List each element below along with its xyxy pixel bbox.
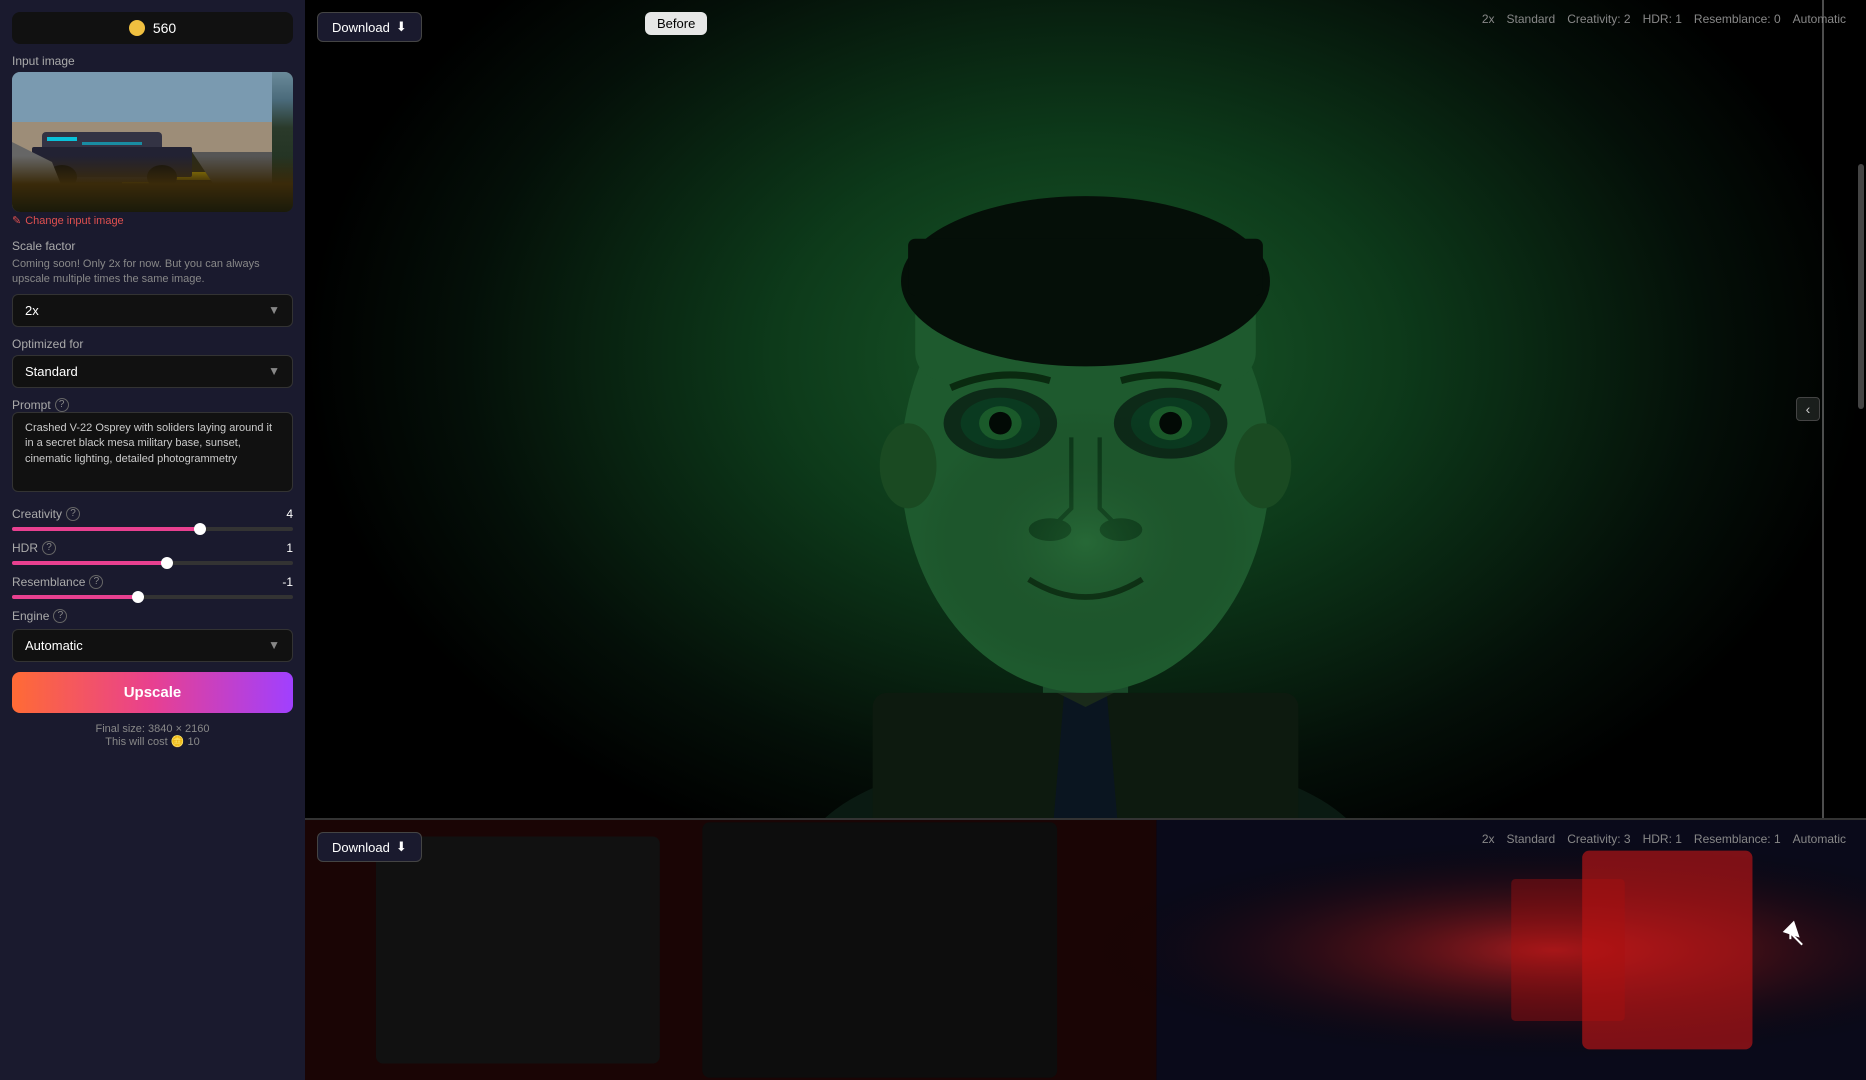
prompt-info-icon[interactable]: ? — [55, 398, 69, 412]
engine-label: Engine — [12, 609, 49, 623]
hdr-slider[interactable] — [12, 561, 293, 565]
input-image-section: Input image — [12, 54, 293, 229]
creativity-header: Creativity ? 4 — [12, 507, 293, 521]
top-image-info: 2x Standard Creativity: 2 HDR: 1 Resembl… — [1482, 12, 1846, 26]
left-panel: 560 Input image — [0, 0, 305, 1080]
creativity-label-row: Creativity ? — [12, 507, 80, 521]
input-image-label: Input image — [12, 54, 293, 68]
scale-factor-select[interactable]: 2x ▼ — [12, 294, 293, 327]
resemblance-label: Resemblance — [12, 575, 85, 589]
bottom-download-icon: ⬇ — [396, 839, 407, 855]
resemblance-fill — [12, 595, 138, 599]
bottom-image-info: 2x Standard Creativity: 3 HDR: 1 Resembl… — [1482, 832, 1846, 846]
resemblance-thumb — [132, 591, 144, 603]
engine-label-row: Engine ? — [12, 609, 293, 623]
resemblance-slider[interactable] — [12, 595, 293, 599]
bottom-image-bg: Download ⬇ 2x Standard Creativity: 3 HDR… — [305, 820, 1866, 1080]
engine-select[interactable]: Automatic ▼ — [12, 629, 293, 662]
bottom-info-engine: Automatic — [1793, 832, 1846, 846]
hdr-label-row: HDR ? — [12, 541, 56, 555]
hdr-info-icon[interactable]: ? — [42, 541, 56, 555]
optimized-for-value: Standard — [25, 364, 78, 379]
top-download-icon: ⬇ — [396, 19, 407, 35]
top-info-engine: Automatic — [1793, 12, 1846, 26]
hdr-header: HDR ? 1 — [12, 541, 293, 555]
bottom-info-hdr: HDR: 1 — [1643, 832, 1682, 846]
input-image-svg — [12, 72, 272, 212]
engine-chevron: ▼ — [268, 638, 280, 652]
bottom-image-svg — [305, 820, 1866, 1080]
engine-value: Automatic — [25, 638, 83, 653]
creativity-info-icon[interactable]: ? — [66, 507, 80, 521]
scale-factor-section: Scale factor Coming soon! Only 2x for no… — [12, 239, 293, 327]
cursor: ↖ — [1786, 924, 1806, 944]
optimized-for-section: Optimized for Standard ▼ — [12, 337, 293, 388]
optimized-for-chevron: ▼ — [268, 364, 280, 378]
bottom-info-resemblance: Resemblance: 1 — [1694, 832, 1781, 846]
resemblance-info-icon[interactable]: ? — [89, 575, 103, 589]
creativity-slider[interactable] — [12, 527, 293, 531]
hdr-value: 1 — [286, 541, 293, 555]
input-image-bg — [12, 72, 293, 212]
final-size-section: Final size: 3840 × 2160 This will cost 🪙… — [12, 723, 293, 748]
resemblance-section: Resemblance ? -1 — [12, 575, 293, 599]
scale-factor-note: Coming soon! Only 2x for now. But you ca… — [12, 257, 293, 288]
scrollbar[interactable] — [1858, 164, 1864, 409]
credits-amount: 560 — [153, 20, 176, 36]
top-info-hdr: HDR: 1 — [1643, 12, 1682, 26]
before-label: Before — [657, 16, 695, 31]
creativity-value: 4 — [286, 507, 293, 521]
character-svg — [305, 0, 1866, 818]
top-image-panel: Download ⬇ Before 2x Standard Creativity… — [305, 0, 1866, 820]
bottom-download-label: Download — [332, 840, 390, 855]
upscale-button[interactable]: Upscale — [12, 672, 293, 713]
top-download-button[interactable]: Download ⬇ — [317, 12, 422, 42]
top-download-label: Download — [332, 20, 390, 35]
engine-section: Engine ? Automatic ▼ — [12, 609, 293, 662]
hdr-fill — [12, 561, 167, 565]
scale-factor-value: 2x — [25, 303, 39, 318]
prompt-label-row: Prompt ? — [12, 398, 293, 412]
bottom-info-creativity: Creativity: 3 — [1567, 832, 1630, 846]
input-image-preview[interactable] — [12, 72, 293, 212]
creativity-thumb — [194, 523, 206, 535]
top-info-scale: 2x — [1482, 12, 1495, 26]
prompt-label-text: Prompt — [12, 398, 51, 412]
top-image-bg: Download ⬇ Before 2x Standard Creativity… — [305, 0, 1866, 818]
before-badge: Before — [645, 12, 707, 35]
bottom-image-panel: Download ⬇ 2x Standard Creativity: 3 HDR… — [305, 820, 1866, 1080]
optimized-for-select[interactable]: Standard ▼ — [12, 355, 293, 388]
top-info-resemblance: Resemblance: 0 — [1694, 12, 1781, 26]
bottom-info-scale: 2x — [1482, 832, 1495, 846]
optimized-for-label: Optimized for — [12, 337, 293, 351]
top-info-optimized: Standard — [1507, 12, 1556, 26]
prompt-textarea[interactable]: Crashed V-22 Osprey with soliders laying… — [12, 412, 293, 492]
creativity-fill — [12, 527, 200, 531]
change-input-image-button[interactable]: Change input image — [12, 212, 124, 229]
hdr-section: HDR ? 1 — [12, 541, 293, 565]
main-area: Download ⬇ Before 2x Standard Creativity… — [305, 0, 1866, 1080]
resemblance-label-row: Resemblance ? — [12, 575, 103, 589]
bottom-info-optimized: Standard — [1507, 832, 1556, 846]
credits-bar: 560 — [12, 12, 293, 44]
scale-factor-chevron: ▼ — [268, 303, 280, 317]
engine-info-icon[interactable]: ? — [53, 609, 67, 623]
divider-line — [1822, 0, 1824, 818]
coin-icon — [129, 20, 145, 36]
creativity-section: Creativity ? 4 — [12, 507, 293, 531]
cost-note: This will cost 🪙 10 — [12, 735, 293, 748]
hdr-label: HDR — [12, 541, 38, 555]
creativity-label: Creativity — [12, 507, 62, 521]
final-size-text: Final size: 3840 × 2160 — [12, 723, 293, 735]
scale-factor-label: Scale factor — [12, 239, 293, 253]
resemblance-header: Resemblance ? -1 — [12, 575, 293, 589]
top-info-creativity: Creativity: 2 — [1567, 12, 1630, 26]
prompt-section: Prompt ? Crashed V-22 Osprey with solide… — [12, 398, 293, 497]
nav-arrow-left[interactable]: ‹ — [1796, 397, 1820, 421]
resemblance-value: -1 — [282, 575, 293, 589]
hdr-thumb — [161, 557, 173, 569]
bottom-download-button[interactable]: Download ⬇ — [317, 832, 422, 862]
